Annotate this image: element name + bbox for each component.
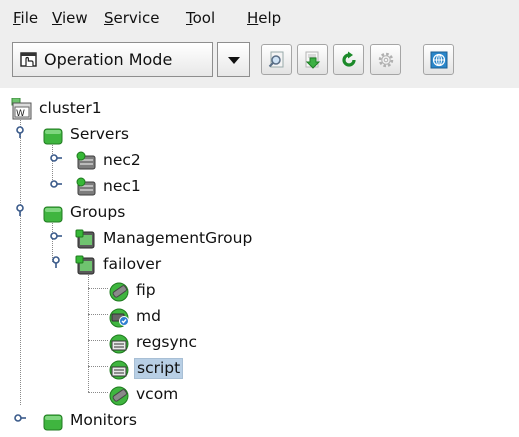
tree-guide-failover [88, 268, 89, 392]
tree-label-script: script [134, 358, 184, 379]
menu-help[interactable]: Help [247, 9, 281, 27]
menu-view[interactable]: View [52, 9, 88, 27]
server-icon [75, 150, 97, 172]
group-icon [75, 228, 97, 250]
tree-label-monitors: Monitors [70, 411, 137, 429]
tree-guide-root [20, 112, 21, 405]
tree-branch-script [88, 366, 108, 367]
tree-label-nec1: nec1 [103, 177, 141, 195]
menu-bar: File View Service Tool Help [0, 0, 519, 34]
group-icon [75, 254, 97, 276]
script-resource-icon [108, 358, 130, 380]
folder-green-icon [42, 124, 64, 146]
menu-file[interactable]: File [13, 9, 38, 27]
search-button[interactable] [261, 44, 292, 75]
mode-select[interactable]: Operation Mode [12, 42, 213, 77]
cluster-tree: W cluster1 Servers nec2 nec1 Groups Mana… [0, 88, 519, 437]
mode-dropdown-button[interactable] [217, 42, 250, 77]
tree-label-groups: Groups [70, 203, 126, 221]
tree-branch-vcom [88, 392, 108, 393]
toolbar: Operation Mode [0, 36, 519, 86]
cluster-icon: W [11, 97, 33, 120]
collapsed-toggle-icon[interactable] [49, 151, 63, 165]
collapsed-toggle-icon[interactable] [13, 411, 27, 425]
network-view-button[interactable] [423, 44, 454, 75]
collapsed-toggle-icon[interactable] [49, 177, 63, 191]
folder-green-icon [42, 410, 64, 432]
folder-green-icon [42, 202, 64, 224]
mirror-disk-icon [108, 306, 130, 328]
tree-label-cluster: cluster1 [39, 99, 102, 117]
magnifier-icon [268, 51, 284, 68]
tree-branch-md [88, 314, 108, 315]
menu-tool[interactable]: Tool [186, 9, 215, 27]
registry-resource-icon [108, 332, 130, 354]
hand-pointer-icon [20, 50, 38, 68]
expanded-toggle-icon[interactable] [13, 203, 27, 217]
tree-label-failover: failover [103, 255, 162, 273]
tree-branch-fip [88, 288, 108, 289]
network-icon [430, 51, 448, 69]
tree-label-md: md [136, 307, 161, 325]
tree-label-nec2: nec2 [103, 151, 141, 169]
update-button[interactable] [297, 44, 328, 75]
expanded-toggle-icon[interactable] [49, 255, 63, 269]
gear-icon [378, 52, 394, 68]
refresh-icon [342, 51, 356, 67]
tree-branch-regsync [88, 340, 108, 341]
download-arrow-icon [305, 51, 321, 69]
virtual-computer-icon [108, 384, 130, 406]
tree-label-fip: fip [136, 281, 156, 299]
menu-service[interactable]: Service [104, 9, 159, 27]
expanded-toggle-icon[interactable] [13, 125, 27, 139]
tree-label-servers: Servers [70, 125, 129, 143]
network-resource-icon [108, 280, 130, 302]
refresh-button[interactable] [333, 44, 364, 75]
tree-label-regsync: regsync [136, 333, 198, 351]
collapsed-toggle-icon[interactable] [49, 229, 63, 243]
mode-label: Operation Mode [44, 50, 173, 69]
svg-text:W: W [16, 109, 25, 119]
tree-label-management-group: ManagementGroup [103, 229, 253, 247]
tree-label-vcom: vcom [136, 385, 179, 403]
server-icon [75, 176, 97, 198]
settings-button[interactable] [370, 44, 401, 75]
